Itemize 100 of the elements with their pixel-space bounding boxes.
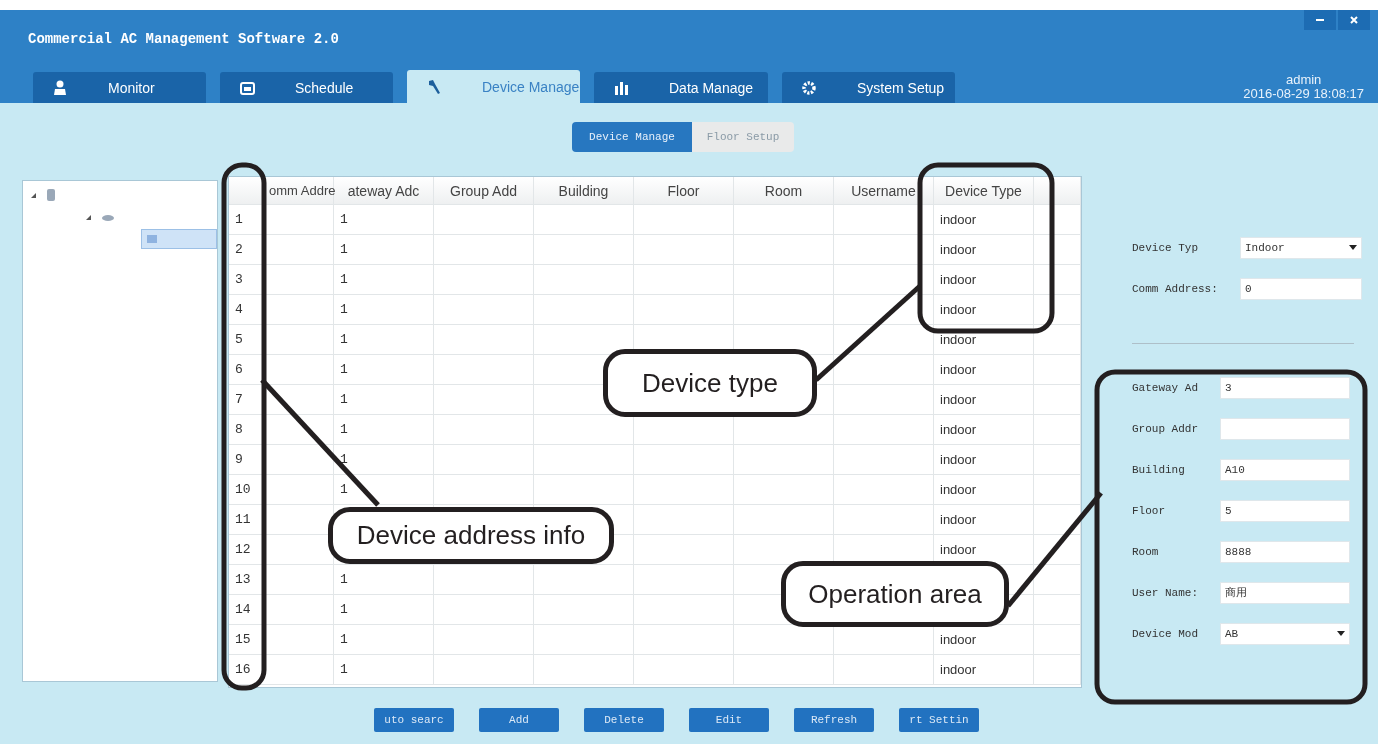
table-cell: 10 [235, 482, 251, 497]
table-cell: 1 [340, 362, 348, 377]
table-cell: indoor [940, 272, 977, 287]
tree-node[interactable] [141, 229, 217, 249]
table-cell: 2 [235, 242, 243, 257]
input-field[interactable]: 5 [1220, 499, 1350, 522]
dropdown[interactable]: AB [1220, 622, 1350, 645]
table-cell: indoor [940, 242, 977, 257]
caret-icon [1349, 245, 1357, 250]
table-cell: 16 [235, 662, 251, 677]
date-time: 2016-08-29 18:08:17 [1243, 87, 1364, 101]
table-cell: 4 [235, 302, 243, 317]
table-cell: 1 [340, 422, 348, 437]
column-header[interactable]: omm Addre [229, 177, 334, 204]
table-cell: indoor [940, 512, 977, 527]
field-label: Room [1131, 545, 1160, 558]
column-header[interactable]: Floor [634, 177, 734, 204]
close-button[interactable] [1338, 10, 1370, 30]
window-title: Commercial AC Management Software 2.0 [28, 31, 339, 47]
input-field[interactable]: A10 [1220, 458, 1350, 481]
table-cell: indoor [940, 212, 977, 227]
action-button[interactable]: Edit [689, 708, 769, 732]
nav-tab[interactable]: System Setup [782, 72, 955, 103]
table-cell: indoor [940, 392, 977, 407]
input-field[interactable]: 3 [1220, 376, 1350, 399]
table-cell: 7 [235, 392, 243, 407]
table-cell: 13 [235, 572, 251, 587]
calendar-icon [240, 80, 255, 95]
input-field[interactable]: 0 [1240, 277, 1362, 300]
action-button[interactable]: Refresh [794, 708, 874, 732]
table-cell: 1 [340, 242, 348, 257]
minimize-icon [1316, 19, 1324, 21]
table-cell: 11 [235, 512, 251, 527]
table-cell: 1 [340, 662, 348, 677]
table-cell: 1 [340, 212, 348, 227]
table-cell: indoor [940, 362, 977, 377]
table-cell: indoor [940, 422, 977, 437]
expander-icon[interactable] [86, 214, 91, 220]
table-cell: indoor [940, 452, 977, 467]
table-cell: 1 [340, 452, 348, 467]
table-cell: 1 [340, 392, 348, 407]
table-cell: 15 [235, 632, 251, 647]
caret-icon [1337, 631, 1345, 636]
wrench-icon [427, 78, 441, 95]
column-header[interactable]: Device Type [934, 177, 1034, 204]
column-header[interactable]: Group Add [434, 177, 534, 204]
table-cell: 1 [340, 302, 348, 317]
table-cell: indoor [940, 662, 977, 677]
dropdown[interactable]: Indoor [1240, 236, 1362, 259]
input-field[interactable]: 商用 [1220, 581, 1350, 604]
field-label: Group Addr [1131, 422, 1199, 435]
cloud-icon [101, 213, 115, 221]
table-cell: 1 [340, 602, 348, 617]
building-icon [46, 188, 56, 202]
device-icon [146, 234, 158, 244]
action-button[interactable]: Delete [584, 708, 664, 732]
field-label: Device Typ [1131, 241, 1199, 254]
field-label: Floor [1131, 504, 1166, 517]
table-cell: 9 [235, 452, 243, 467]
sub-tab[interactable]: Device Manage [572, 122, 692, 152]
column-header[interactable]: Building [534, 177, 634, 204]
table-cell: 12 [235, 542, 251, 557]
field-label: User Name: [1131, 586, 1199, 599]
nav-tab[interactable]: Data Manage [594, 72, 768, 103]
table-cell: 1 [235, 212, 243, 227]
field-label: Device Mod [1131, 627, 1199, 640]
field-label: Building [1131, 463, 1186, 476]
user-name: admin [1284, 73, 1323, 87]
input-field[interactable] [1220, 417, 1350, 440]
table-cell: 5 [235, 332, 243, 347]
action-button[interactable]: Add [479, 708, 559, 732]
column-header[interactable]: Username [834, 177, 934, 204]
callout-label: Device type [603, 349, 817, 417]
table-cell: 1 [340, 572, 348, 587]
table-cell: indoor [940, 632, 977, 647]
table-cell: indoor [940, 482, 977, 497]
field-label: Gateway Ad [1131, 381, 1199, 394]
person-icon [53, 79, 67, 96]
table-cell: 1 [340, 332, 348, 347]
table-cell: 6 [235, 362, 243, 377]
callout-label: Operation area [781, 561, 1009, 627]
expander-icon[interactable] [31, 192, 36, 198]
nav-tab[interactable]: Monitor [33, 72, 206, 103]
nav-tab[interactable]: Schedule [220, 72, 393, 103]
input-field[interactable]: 8888 [1220, 540, 1350, 563]
table-cell: 1 [340, 272, 348, 287]
close-icon [1350, 16, 1358, 24]
action-button[interactable]: uto searc [374, 708, 454, 732]
column-header[interactable]: ateway Adc [334, 177, 434, 204]
table-cell: indoor [940, 302, 977, 317]
table-cell: 1 [340, 632, 348, 647]
table-cell: indoor [940, 542, 977, 557]
column-header[interactable]: Room [734, 177, 834, 204]
table-cell: 3 [235, 272, 243, 287]
table-cell: 1 [340, 482, 348, 497]
minimize-button[interactable] [1304, 10, 1336, 30]
table-cell: 8 [235, 422, 243, 437]
callout-label: Device address info [328, 507, 614, 564]
action-button[interactable]: rt Settin [899, 708, 979, 732]
gear-icon [802, 80, 816, 95]
